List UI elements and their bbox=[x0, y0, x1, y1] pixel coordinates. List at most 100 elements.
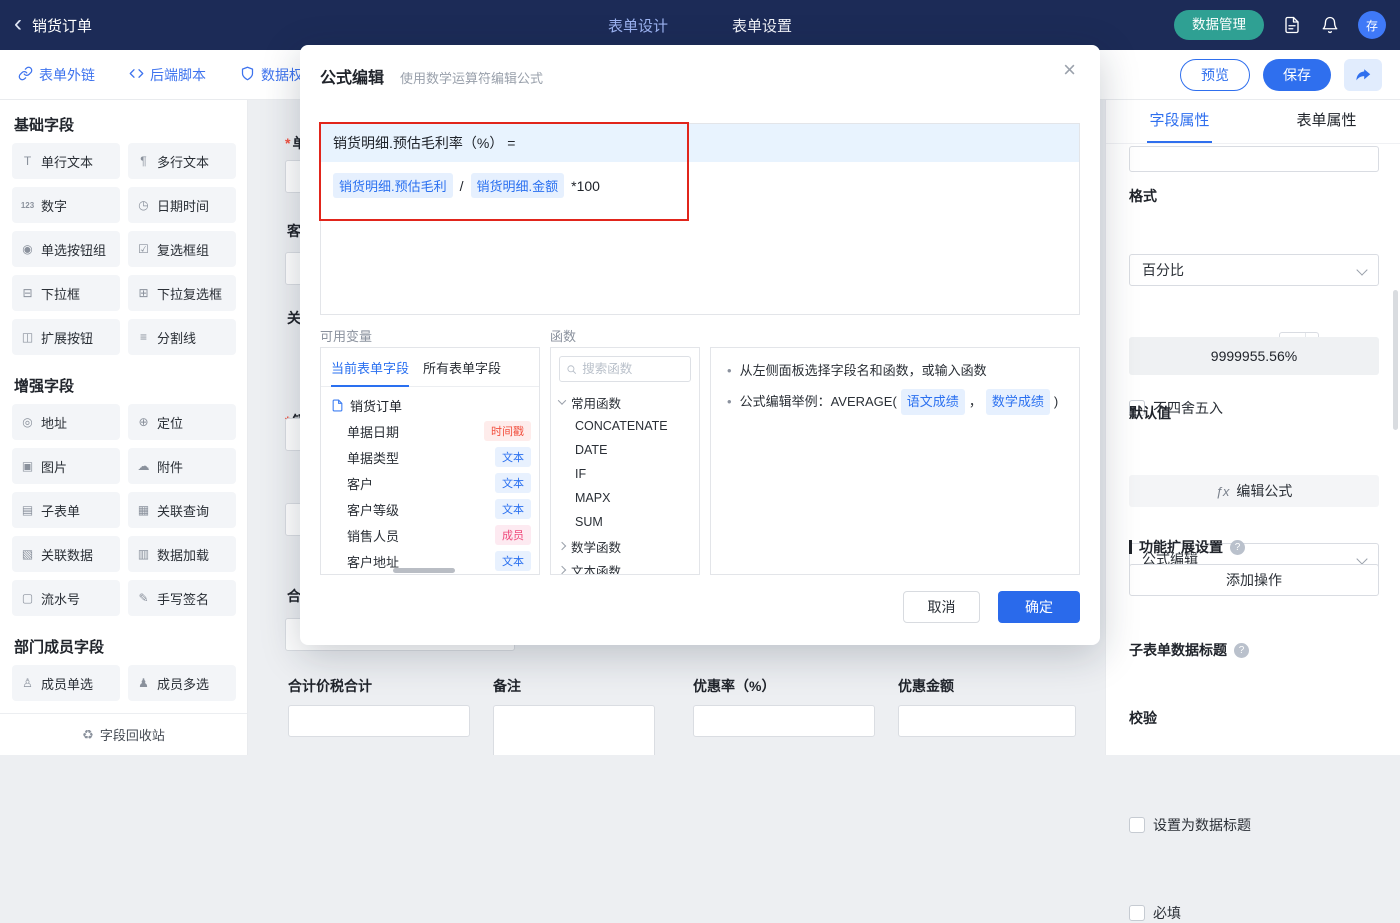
field-type-serial-number[interactable]: ▢ 流水号 bbox=[12, 580, 120, 616]
tab-form-properties[interactable]: 表单属性 bbox=[1253, 100, 1400, 143]
horizontal-scrollbar[interactable] bbox=[393, 568, 455, 573]
remark-field: 备注 bbox=[493, 676, 655, 755]
tree-root-form[interactable]: 销货订单 bbox=[321, 387, 539, 418]
cancel-button[interactable]: 取消 bbox=[903, 591, 980, 623]
field-type-multi-line-text[interactable]: ¶ 多行文本 bbox=[128, 143, 236, 179]
preview-button[interactable]: 预览 bbox=[1180, 58, 1250, 91]
modal-subtitle: 使用数学运算符编辑公式 bbox=[400, 71, 544, 86]
field-type-member-multi[interactable]: ♟ 成员多选 bbox=[128, 665, 236, 701]
data-manage-button[interactable]: 数据管理 bbox=[1174, 10, 1264, 40]
field-type-geolocation[interactable]: ⊕ 定位 bbox=[128, 404, 236, 440]
field-type-checkbox-group[interactable]: ☑ 复选框组 bbox=[128, 231, 236, 267]
field-type-attachment[interactable]: ☁ 附件 bbox=[128, 448, 236, 484]
link-icon bbox=[18, 66, 33, 84]
function-item[interactable]: MAPX bbox=[551, 486, 699, 510]
tab-field-properties[interactable]: 字段属性 bbox=[1106, 100, 1253, 143]
function-search[interactable] bbox=[559, 356, 691, 382]
add-operation-button[interactable]: 添加操作 bbox=[1129, 564, 1379, 596]
field-type-multi-select[interactable]: ⊞ 下拉复选框 bbox=[128, 275, 236, 311]
formula-editor[interactable]: 销货明细.预估毛利率（%） = 销货明细.预估毛利 / 销货明细.金额 *100 bbox=[319, 122, 1080, 315]
variable-item[interactable]: 客户等级 文本 bbox=[321, 496, 539, 522]
tab-form-design[interactable]: 表单设计 bbox=[608, 15, 668, 36]
field-type-subform[interactable]: ▤ 子表单 bbox=[12, 492, 120, 528]
required-row: 必填 bbox=[1129, 903, 1379, 923]
function-item[interactable]: IF bbox=[551, 462, 699, 486]
variable-item[interactable]: 销售人员 成员 bbox=[321, 522, 539, 548]
edit-formula-button[interactable]: ƒx 编辑公式 bbox=[1129, 475, 1379, 507]
button-icon: ◫ bbox=[21, 330, 34, 344]
required-checkbox[interactable] bbox=[1129, 905, 1145, 921]
field-type-single-line-text[interactable]: T 单行文本 bbox=[12, 143, 120, 179]
field-type-signature[interactable]: ✎ 手写签名 bbox=[128, 580, 236, 616]
function-item[interactable]: SUM bbox=[551, 510, 699, 534]
cloud-icon: ☁ bbox=[137, 459, 150, 473]
field-type-member-single[interactable]: ♙ 成员单选 bbox=[12, 665, 120, 701]
field-type-divider[interactable]: ≡ 分割线 bbox=[128, 319, 236, 355]
discount-rate-input[interactable] bbox=[693, 705, 875, 737]
file-icon[interactable] bbox=[1282, 15, 1302, 35]
edit-formula-label: 编辑公式 bbox=[1236, 483, 1293, 499]
function-group-math[interactable]: 数学函数 bbox=[551, 534, 699, 558]
save-button[interactable]: 保存 bbox=[1263, 58, 1331, 91]
discount-amount-input[interactable] bbox=[898, 705, 1076, 737]
example-field-chip: 语文成绩 bbox=[900, 389, 965, 416]
tab-form-settings[interactable]: 表单设置 bbox=[732, 15, 792, 36]
confirm-button[interactable]: 确定 bbox=[998, 591, 1080, 623]
notification-bell-icon[interactable] bbox=[1320, 15, 1340, 35]
field-type-related-query[interactable]: ▦ 关联查询 bbox=[128, 492, 236, 528]
help-icon[interactable]: ? bbox=[1234, 642, 1249, 658]
clock-icon: ◷ bbox=[138, 198, 149, 212]
share-arrow-icon bbox=[1355, 69, 1370, 81]
field-type-label: 分割线 bbox=[157, 330, 197, 346]
function-group-common[interactable]: 常用函数 bbox=[551, 390, 699, 414]
tab-current-form-fields[interactable]: 当前表单字段 bbox=[331, 348, 410, 387]
default-value-label: 默认值 bbox=[1129, 405, 1171, 421]
help-icon[interactable]: ? bbox=[1230, 539, 1245, 555]
field-label: 优惠金额 bbox=[898, 678, 954, 694]
person-icon: ♙ bbox=[22, 676, 33, 690]
close-icon[interactable]: × bbox=[1063, 59, 1076, 81]
variables-pane-label: 可用变量 bbox=[320, 329, 373, 344]
formula-line-2: 销货明细.预估毛利 / 销货明细.金额 *100 bbox=[321, 162, 1079, 209]
field-type-related-data[interactable]: ▧ 关联数据 bbox=[12, 536, 120, 572]
field-type-extend-button[interactable]: ◫ 扩展按钮 bbox=[12, 319, 120, 355]
format-select[interactable]: 百分比 bbox=[1129, 254, 1379, 286]
field-type-image[interactable]: ▣ 图片 bbox=[12, 448, 120, 484]
field-type-number[interactable]: 123 数字 bbox=[12, 187, 120, 223]
tab-all-form-fields[interactable]: 所有表单字段 bbox=[423, 348, 501, 387]
backend-script-button[interactable]: 后端脚本 bbox=[129, 65, 206, 85]
function-item[interactable]: CONCATENATE bbox=[551, 414, 699, 438]
total-price-tax-input[interactable] bbox=[288, 705, 470, 737]
field-type-label: 成员单选 bbox=[41, 676, 94, 692]
recycle-bin-icon: ♻ bbox=[82, 726, 94, 742]
variable-item[interactable]: 单据类型 文本 bbox=[321, 444, 539, 470]
bullet-dot: • bbox=[727, 394, 732, 410]
back-icon[interactable]: ‹ bbox=[14, 11, 22, 36]
formula-field-token[interactable]: 销货明细.金额 bbox=[470, 173, 565, 198]
field-type-select[interactable]: ⊟ 下拉框 bbox=[12, 275, 120, 311]
field-type-radio-group[interactable]: ◉ 单选按钮组 bbox=[12, 231, 120, 267]
variable-item[interactable]: 单据日期 时间戳 bbox=[321, 418, 539, 444]
divider-icon: ≡ bbox=[139, 330, 147, 344]
formula-field-token[interactable]: 销货明细.预估毛利 bbox=[333, 173, 453, 198]
function-item[interactable]: DATE bbox=[551, 438, 699, 462]
help-tip-1: • 从左侧面板选择字段名和函数，或输入函数 bbox=[727, 361, 1063, 381]
field-type-address[interactable]: ◎ 地址 bbox=[12, 404, 120, 440]
set-data-title-checkbox[interactable] bbox=[1129, 817, 1145, 833]
section-marker bbox=[1129, 540, 1132, 554]
field-title-input-partial[interactable] bbox=[1129, 146, 1379, 172]
variable-item[interactable]: 客户 文本 bbox=[321, 470, 539, 496]
form-external-link-button[interactable]: 表单外链 bbox=[18, 65, 95, 85]
avatar[interactable]: 存 bbox=[1358, 11, 1386, 39]
field-type-datetime[interactable]: ◷ 日期时间 bbox=[128, 187, 236, 223]
vertical-scrollbar[interactable] bbox=[1393, 290, 1398, 430]
format-preview: 9999955.56% bbox=[1129, 337, 1379, 375]
field-type-data-load[interactable]: ▥ 数据加载 bbox=[128, 536, 236, 572]
remark-input[interactable] bbox=[493, 705, 655, 755]
field-type-label: 成员多选 bbox=[157, 676, 210, 692]
function-group-text[interactable]: 文本函数 bbox=[551, 558, 699, 574]
field-recycle-bin[interactable]: ♻ 字段回收站 bbox=[0, 713, 247, 755]
share-button[interactable] bbox=[1344, 58, 1382, 91]
function-search-input[interactable] bbox=[582, 362, 684, 376]
section-title-member: 部门成员字段 bbox=[14, 639, 105, 656]
